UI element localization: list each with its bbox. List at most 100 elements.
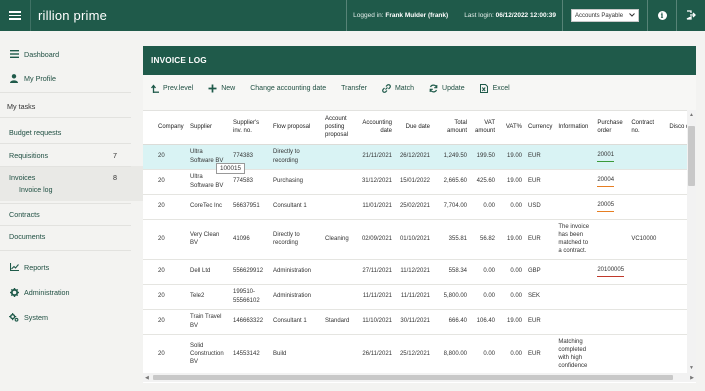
sidebar-item-my-profile[interactable]: My Profile [0, 72, 131, 84]
sidebar-subitem-invoice-log[interactable]: Invoice log [19, 187, 52, 194]
horizontal-scroll-thumb[interactable] [153, 375, 673, 380]
scroll-left-icon[interactable]: ◀ [145, 375, 149, 381]
sidebar-item-administration[interactable]: Administration [0, 286, 131, 298]
prev-level-button[interactable]: Prev.level [150, 84, 193, 93]
sidebar-item-documents[interactable]: Documents [0, 230, 131, 242]
cell-vat-amount: 56.82 [470, 219, 498, 260]
sidebar-item-label: Requisitions [9, 150, 49, 160]
cell-po[interactable]: 20100005 [594, 259, 629, 285]
cell-due-date: 11/12/2021 [395, 259, 433, 285]
cell-vat-pct: 19.00 [498, 169, 525, 195]
cell-po[interactable] [594, 334, 629, 375]
col-contract-no[interactable]: Contract no. [628, 111, 667, 145]
cell-currency: SEK [525, 284, 556, 310]
col-total-amount[interactable]: Total amount [433, 111, 470, 145]
cell-info [555, 169, 595, 195]
sidebar-item-dashboard[interactable]: Dashboard [0, 48, 131, 60]
new-button[interactable]: New [208, 84, 235, 93]
cell-po[interactable]: 20001 [594, 144, 629, 170]
table-row[interactable]: 20 Tele2 199510-55566102 Administration … [143, 284, 693, 310]
cell-vat-amount: 425.60 [470, 169, 498, 195]
excel-button[interactable]: Excel [480, 84, 510, 93]
cell-vat-pct: 0.00 [498, 259, 525, 285]
col-due-date[interactable]: Due date [395, 111, 433, 145]
col-supplier[interactable]: Supplier [187, 111, 230, 145]
logout-icon [686, 9, 696, 22]
po-status-bar [597, 275, 625, 278]
po-number: 20001 [597, 151, 615, 158]
menu-icon[interactable] [0, 0, 31, 31]
match-button[interactable]: Match [382, 84, 414, 93]
col-currency[interactable]: Currency [525, 111, 556, 145]
change-accounting-date-button[interactable]: Change accounting date [250, 85, 326, 92]
col-company[interactable]: Company [155, 111, 187, 145]
requisitions-count: 7 [113, 150, 117, 160]
sidebar-item-budget-requests[interactable]: Budget requests [0, 126, 131, 138]
vertical-scroll-thumb[interactable] [688, 126, 695, 186]
col-flow-proposal[interactable]: Flow proposal [270, 111, 322, 145]
cell-acc-date: 02/09/2021 [358, 219, 395, 260]
gears-icon [9, 312, 19, 322]
update-label: Update [442, 85, 465, 92]
update-button[interactable]: Update [429, 84, 465, 93]
cell-company: 20 [155, 144, 187, 170]
vertical-scrollbar[interactable]: ▲ ▼ [687, 110, 696, 373]
cell-due-date: 26/12/2021 [395, 144, 433, 170]
cell-supplier: Train Travel BV [187, 309, 230, 335]
cell-po[interactable] [594, 219, 629, 260]
cell-company: 20 [155, 194, 187, 220]
sidebar-item-contracts[interactable]: Contracts [0, 208, 131, 220]
cell-contract: VC10000 [628, 219, 667, 260]
col-account-posting-proposal[interactable]: Account posting proposal [322, 111, 358, 145]
cell-company: 20 [155, 309, 187, 335]
cell-po[interactable] [594, 309, 629, 335]
cell-po[interactable] [594, 284, 629, 310]
col-vat-amount[interactable]: VAT amount [470, 111, 498, 145]
cell-company: 20 [155, 334, 187, 375]
cell-po[interactable]: 20004 [594, 169, 629, 195]
table-row[interactable]: 20 Very Clean BV 41096 Directly to recor… [143, 219, 693, 260]
cell-due-date: 30/11/2021 [395, 309, 433, 335]
scroll-up-icon[interactable]: ▲ [689, 112, 694, 118]
sidebar-item-system[interactable]: System [0, 311, 131, 323]
cell-account: Cleaning [322, 219, 358, 260]
cell-flow: Directly to recording [270, 144, 322, 170]
scroll-right-icon[interactable]: ▶ [690, 375, 694, 381]
col-vat-pct[interactable]: VAT% [498, 111, 525, 145]
cell-vat-pct: 19.00 [498, 219, 525, 260]
col-accounting-date[interactable]: Accounting date [358, 111, 395, 145]
logout-button[interactable] [677, 0, 705, 31]
info-icon: i [657, 11, 667, 20]
col-information[interactable]: Information [555, 111, 595, 145]
info-button[interactable]: i [648, 0, 676, 31]
table-row[interactable]: 20 CoreTec Inc 56637951 Consultant 1 11/… [143, 194, 693, 220]
cell-vat-pct: 19.00 [498, 309, 525, 335]
cell-currency: GBP [525, 259, 556, 285]
col-supplier-inv-no[interactable]: Supplier's inv. no. [230, 111, 270, 145]
sidebar-item-invoices[interactable]: Invoices 8 [0, 171, 131, 183]
chart-icon [9, 262, 19, 272]
cell-contract [628, 194, 667, 220]
table-row[interactable]: 20 Dell Ltd 556629912 Administration 27/… [143, 259, 693, 285]
role-select[interactable]: Accounts Payable [571, 9, 639, 22]
cell-vat-amount: 0.00 [470, 334, 498, 375]
cell-supplier: Dell Ltd [187, 259, 230, 285]
sidebar-item-label: Reports [24, 262, 50, 272]
scroll-down-icon[interactable]: ▼ [689, 365, 694, 371]
table-row[interactable]: 20 Solid Construction BV 14553142 Build … [143, 334, 693, 375]
last-login-info: Last login: 06/12/2022 12:00:39 [454, 12, 562, 19]
cell-po[interactable]: 20005 [594, 194, 629, 220]
sidebar-item-requisitions[interactable]: Requisitions 7 [0, 149, 131, 161]
app-logo: rillion prime [38, 8, 108, 23]
sidebar-section-my-tasks: My tasks [0, 100, 131, 112]
invoice-table-container[interactable]: Company Supplier Supplier's inv. no. Flo… [143, 110, 696, 383]
sidebar-item-reports[interactable]: Reports [0, 261, 131, 273]
horizontal-scrollbar[interactable]: ◀ ▶ [143, 373, 696, 382]
cell-due-date: 01/10/2021 [395, 219, 433, 260]
cell-info: The invoice has been matched to a contra… [555, 219, 595, 260]
cell-account [322, 334, 358, 375]
table-row[interactable]: 20 Train Travel BV 146663322 Consultant … [143, 309, 693, 335]
col-purchase-order[interactable]: Purchase order [594, 111, 629, 145]
cell-inv-no: 41096 [230, 219, 270, 260]
transfer-button[interactable]: Transfer [341, 85, 367, 92]
